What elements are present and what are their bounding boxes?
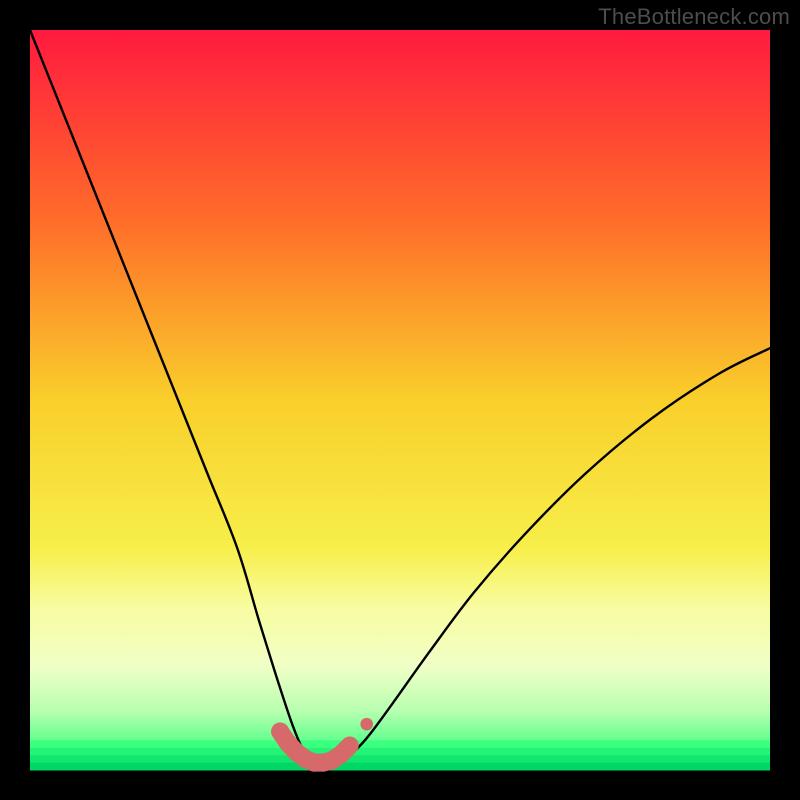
valley-marker-segment xyxy=(341,746,350,755)
chart-stage: TheBottleneck.com xyxy=(0,0,800,800)
green-band xyxy=(30,755,770,763)
bottleneck-chart xyxy=(0,0,800,800)
valley-marker-outlier xyxy=(360,718,373,731)
gradient-rect xyxy=(30,30,770,770)
chart-bottom-bands xyxy=(30,740,770,770)
chart-background xyxy=(30,30,770,770)
watermark-text: TheBottleneck.com xyxy=(598,4,790,30)
green-band xyxy=(30,748,770,756)
green-band xyxy=(30,763,770,771)
green-band xyxy=(30,740,770,748)
